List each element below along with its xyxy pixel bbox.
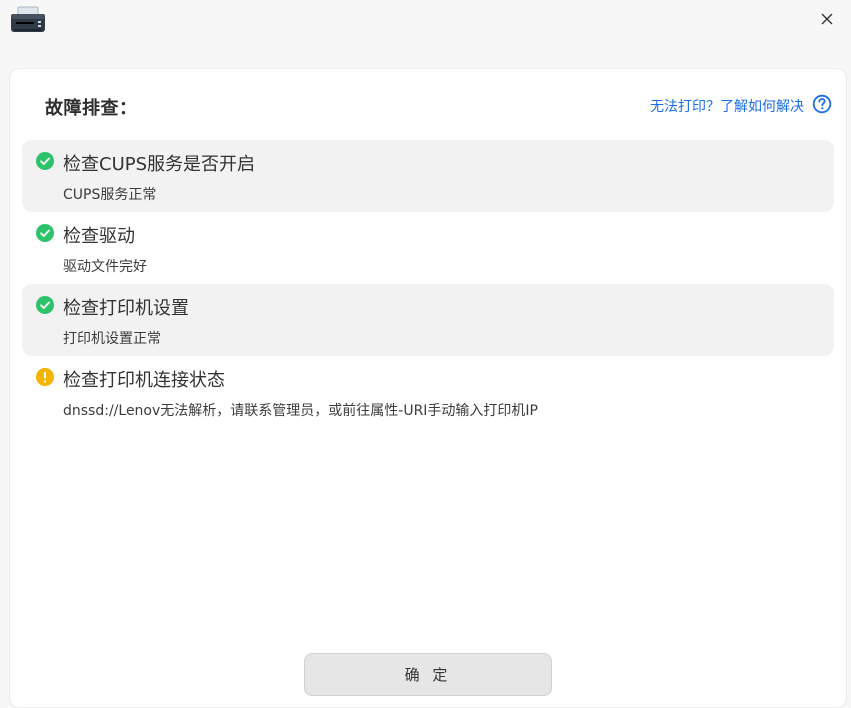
check-desc: 打印机设置正常 [63,331,161,347]
check-circle-icon [36,152,54,170]
check-circle-icon [36,296,54,314]
check-desc: dnssd://Lenov无法解析，请联系管理员，或前往属性-URI手动输入打印… [63,403,539,419]
close-icon [821,13,833,25]
warning-circle-icon [36,368,54,386]
check-row-driver: 检查驱动 驱动文件完好 [22,212,834,284]
troubleshoot-panel: 故障排查： 无法打印？了解如何解决 检查CUPS服务是否开启 CUPS服务正常 … [9,68,847,708]
help-circle-icon[interactable] [812,94,832,114]
check-circle-icon [36,224,54,242]
check-desc: CUPS服务正常 [63,187,157,203]
check-title: 检查CUPS服务是否开启 [63,154,256,175]
printer-icon [10,6,46,34]
page-title: 故障排查： [45,98,138,119]
check-row-cups: 检查CUPS服务是否开启 CUPS服务正常 [22,140,834,212]
check-title: 检查打印机连接状态 [63,370,225,391]
title-bar [0,0,851,48]
check-title: 检查驱动 [63,226,135,247]
close-button[interactable] [813,6,841,32]
check-desc: 驱动文件完好 [63,259,147,275]
check-row-settings: 检查打印机设置 打印机设置正常 [22,284,834,356]
ok-button[interactable]: 确 定 [304,653,552,696]
check-title: 检查打印机设置 [63,298,189,319]
check-row-connection: 检查打印机连接状态 dnssd://Lenov无法解析，请联系管理员，或前往属性… [22,356,834,428]
help-link[interactable]: 无法打印？了解如何解决 [650,96,804,116]
